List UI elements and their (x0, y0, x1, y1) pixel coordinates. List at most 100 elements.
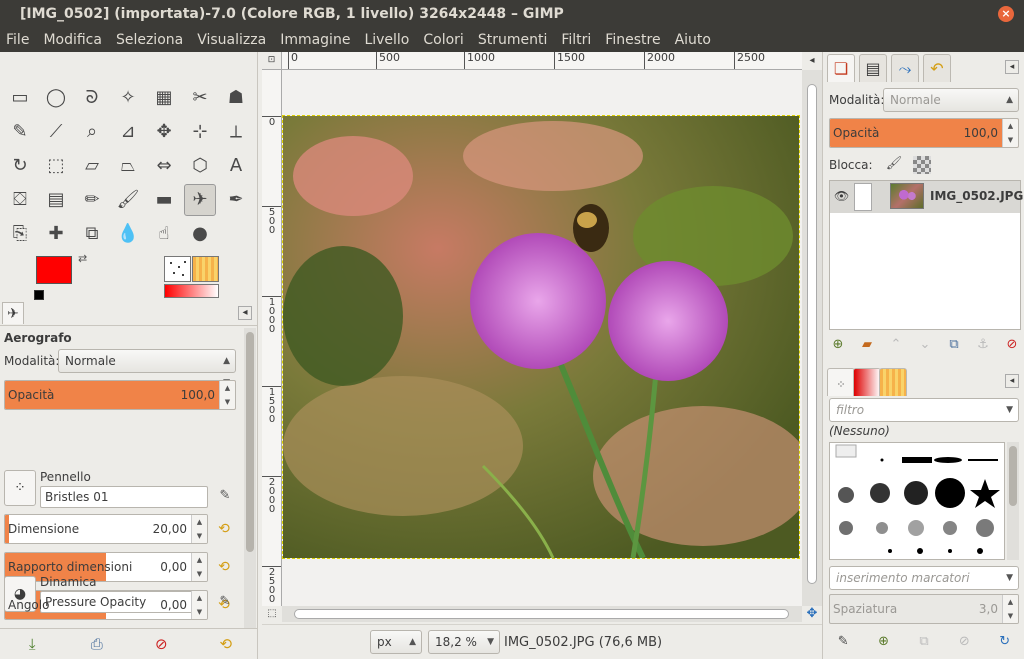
tool-free-select[interactable]: ᘐ (76, 82, 108, 114)
tool-align[interactable]: ⊹ (184, 116, 216, 148)
visibility-eye-icon[interactable]: 👁 (834, 189, 849, 203)
tool-options-tab[interactable]: ✈ (2, 302, 24, 324)
brush-name-field[interactable]: Bristles 01 (40, 486, 208, 508)
tool-blur-sharpen[interactable]: 💧 (112, 218, 144, 250)
menu-filtri[interactable]: Filtri (554, 28, 598, 52)
spin-arrows-icon[interactable]: ▲ ▼ (191, 591, 207, 619)
delete-layer-icon[interactable]: ⊘ (1001, 334, 1023, 356)
tool-scale[interactable]: ⬚ (40, 150, 72, 182)
tool-text[interactable]: A (220, 150, 252, 182)
tab-layers[interactable]: ❏ (827, 54, 855, 82)
tab-patterns[interactable] (879, 368, 907, 396)
anchor-layer-icon[interactable]: ⚓ (972, 334, 994, 356)
tool-ink[interactable]: ✒ (220, 184, 252, 216)
navigate-icon[interactable]: ✥ (802, 606, 822, 622)
zoom-combo[interactable]: 18,2 % ▼ (428, 630, 500, 654)
swap-colors-icon[interactable]: ⇄ (78, 252, 87, 265)
tool-perspective[interactable]: ⏢ (112, 150, 144, 182)
tool-measure[interactable]: ⊿ (112, 116, 144, 148)
tab-brushes[interactable]: ⁘ (827, 368, 855, 396)
size-slider[interactable]: Dimensione 20,00 ▲ ▼ (4, 514, 208, 544)
tool-foreground-select[interactable]: ☗ (220, 82, 252, 114)
menu-seleziona[interactable]: Seleziona (109, 28, 190, 52)
layer-name[interactable]: IMG_0502.JPG (930, 189, 1023, 203)
delete-options-icon[interactable]: ⊘ (150, 633, 172, 655)
horizontal-ruler[interactable]: 0 500 1000 1500 2000 2500 (282, 52, 802, 70)
scrollbar-thumb[interactable] (294, 609, 789, 619)
scrollbar-thumb[interactable] (1009, 446, 1017, 506)
new-brush-icon[interactable]: ⊕ (873, 631, 895, 653)
spin-arrows-icon[interactable]: ▲ ▼ (1002, 119, 1018, 147)
tool-pencil[interactable]: ✏ (76, 184, 108, 216)
tool-airbrush[interactable]: ✈ (184, 184, 216, 216)
edit-brush-icon[interactable]: ✎ (216, 488, 234, 506)
brush-select-button[interactable]: ⁘ (4, 470, 36, 506)
tool-crop[interactable]: ⟂ (220, 116, 252, 148)
tool-flip[interactable]: ⇔ (148, 150, 180, 182)
tool-shear[interactable]: ▱ (76, 150, 108, 182)
default-colors-icon[interactable] (34, 290, 44, 300)
brushes-scrollbar[interactable] (1007, 442, 1019, 560)
tool-ellipse-select[interactable]: ◯ (40, 82, 72, 114)
tool-perspective-clone[interactable]: ⧉ (76, 218, 108, 250)
canvas-menu-icon[interactable]: ◂ (802, 52, 822, 70)
duplicate-layer-icon[interactable]: ⧉ (943, 334, 965, 356)
layer-opacity-slider[interactable]: Opacità 100,0 ▲ ▼ (829, 118, 1019, 148)
active-pattern-swatch[interactable] (192, 256, 219, 282)
tool-color-picker[interactable]: ⟋ (40, 116, 72, 148)
tab-menu-icon[interactable]: ◂ (1005, 374, 1019, 388)
raise-layer-icon[interactable]: ⌃ (885, 334, 907, 356)
layer-row[interactable]: 👁 IMG_0502.JPG (830, 181, 1023, 213)
menu-visualizza[interactable]: Visualizza (190, 28, 273, 52)
tab-undo[interactable]: ↶ (923, 54, 951, 82)
tool-rect-select[interactable]: ▭ (4, 82, 36, 114)
spin-arrows-icon[interactable]: ▲ ▼ (1002, 595, 1018, 623)
tool-clone[interactable]: ⎘ (4, 218, 36, 250)
insert-tags-combo[interactable]: inserimento marcatori ▼ (829, 566, 1019, 590)
layers-list[interactable]: 👁 IMG_0502.JPG (829, 180, 1023, 330)
opacity-slider[interactable]: Opacità 100,0 ▲ ▼ (4, 380, 236, 410)
spin-arrows-icon[interactable]: ▲ ▼ (191, 515, 207, 543)
layer-mode-combo[interactable]: Normale ▲▼ (883, 88, 1019, 127)
tool-rotate[interactable]: ↻ (4, 150, 36, 182)
menu-strumenti[interactable]: Strumenti (471, 28, 555, 52)
unit-combo[interactable]: px ▲▼ (370, 630, 422, 654)
tool-dodge-burn[interactable]: ● (184, 218, 216, 250)
mode-combo[interactable]: Normale ▲▼ (58, 349, 236, 388)
tab-menu-icon[interactable]: ◂ (238, 306, 252, 320)
chain-link-icon[interactable] (854, 183, 872, 211)
spin-arrows-icon[interactable]: ▲ ▼ (191, 553, 207, 581)
refresh-brushes-icon[interactable]: ↻ (994, 631, 1016, 653)
spacing-slider[interactable]: Spaziatura 3,0 ▲ ▼ (829, 594, 1019, 624)
menu-livello[interactable]: Livello (357, 28, 416, 52)
tab-paths[interactable]: ⤳ (891, 54, 919, 82)
tool-options-scrollbar[interactable] (244, 328, 256, 628)
reset-options-icon[interactable]: ⟲ (215, 633, 237, 655)
vertical-scrollbar[interactable] (802, 70, 822, 606)
scrollbar-thumb[interactable] (807, 84, 817, 584)
close-window-icon[interactable]: × (998, 6, 1014, 22)
ruler-menu-icon[interactable]: ⊡ (262, 52, 282, 70)
quick-mask-icon[interactable]: ⬚ (262, 606, 282, 622)
delete-brush-icon[interactable]: ⊘ (953, 631, 975, 653)
tool-select-by-color[interactable]: ▦ (148, 82, 180, 114)
active-brush-swatch[interactable] (164, 256, 191, 282)
tool-scissors-select[interactable]: ✂ (184, 82, 216, 114)
canvas-viewport[interactable] (282, 70, 802, 606)
brush-filter-combo[interactable]: filtro ▼ (829, 398, 1019, 422)
menu-finestre[interactable]: Finestre (598, 28, 667, 52)
tool-eraser[interactable]: ▬ (148, 184, 180, 216)
image-canvas[interactable] (282, 115, 802, 560)
tool-fuzzy-select[interactable]: ✧ (112, 82, 144, 114)
tool-blend[interactable]: ▤ (40, 184, 72, 216)
menu-file[interactable]: File (0, 28, 36, 52)
spin-arrows-icon[interactable]: ▲ ▼ (219, 381, 235, 409)
restore-options-icon[interactable]: ⎙ (86, 633, 108, 655)
tab-menu-icon[interactable]: ◂ (1005, 60, 1019, 74)
duplicate-brush-icon[interactable]: ⧉ (913, 631, 935, 653)
lock-pixels-icon[interactable]: 🖌 (885, 156, 903, 174)
tool-move[interactable]: ✥ (148, 116, 180, 148)
tab-channels[interactable]: ▤ (859, 54, 887, 82)
tool-cage-transform[interactable]: ⬡ (184, 150, 216, 182)
tool-bucket-fill[interactable]: ⛋ (4, 184, 36, 216)
